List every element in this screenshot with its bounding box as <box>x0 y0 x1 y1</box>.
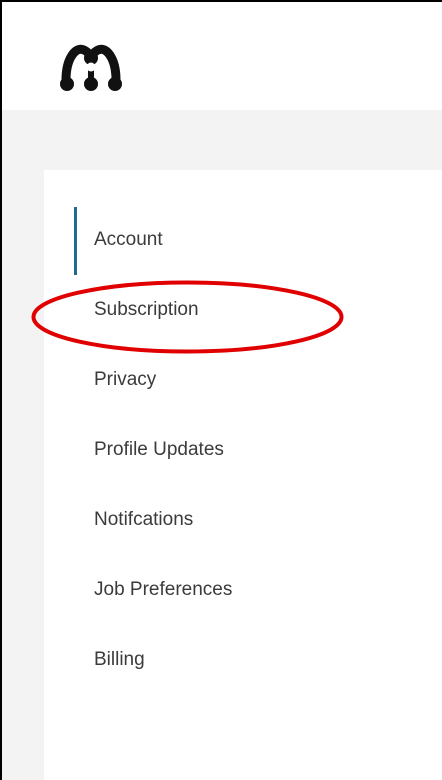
mendeley-logo-icon[interactable] <box>60 40 122 94</box>
nav-item-label: Notifcations <box>94 509 194 530</box>
nav-item-label: Billing <box>94 649 145 670</box>
settings-page: Account Subscription Privacy Profile Upd… <box>0 0 442 780</box>
nav-item-account[interactable]: Account <box>74 207 374 277</box>
header <box>2 2 442 110</box>
nav-item-billing[interactable]: Billing <box>74 627 374 697</box>
nav-item-label: Job Preferences <box>94 579 233 600</box>
nav-item-label: Profile Updates <box>94 439 224 460</box>
nav-item-notifications[interactable]: Notifcations <box>74 487 374 557</box>
settings-nav: Account Subscription Privacy Profile Upd… <box>74 207 374 697</box>
nav-item-job-preferences[interactable]: Job Preferences <box>74 557 374 627</box>
nav-item-label: Privacy <box>94 369 157 390</box>
nav-item-label: Account <box>94 229 163 250</box>
nav-item-label: Subscription <box>94 299 199 320</box>
nav-item-profile-updates[interactable]: Profile Updates <box>74 417 374 487</box>
nav-item-subscription[interactable]: Subscription <box>74 277 374 347</box>
nav-item-privacy[interactable]: Privacy <box>74 347 374 417</box>
